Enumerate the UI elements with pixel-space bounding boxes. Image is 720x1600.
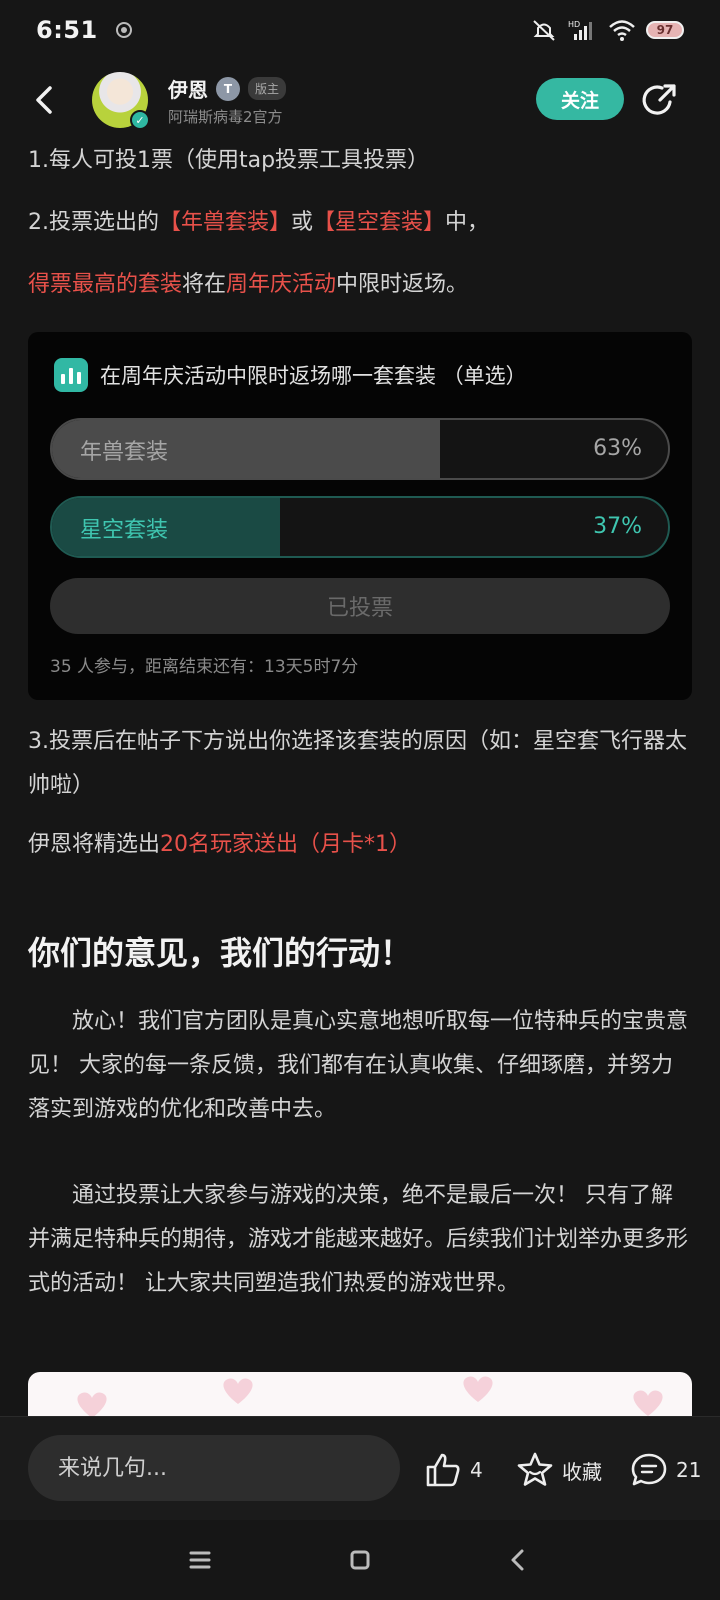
heart-icon <box>633 1390 663 1416</box>
follow-button[interactable]: 关注 <box>536 78 624 120</box>
status-bar: 6:51 HD 97 <box>0 0 720 60</box>
text-segment: 将在 <box>182 272 227 297</box>
poll-option-1-percent: 63% <box>593 436 642 461</box>
paragraph-2: 通过投票让大家参与游戏的决策，绝不是最后一次！ 只有了解并满足特种兵的期待，游戏… <box>28 1183 689 1296</box>
poll-option-2[interactable]: 星空套装 37% <box>50 496 670 558</box>
heart-icon <box>77 1392 107 1416</box>
role-badge: 版主 <box>248 77 287 100</box>
notification-icon <box>115 22 132 38</box>
favorite-label: 收藏 <box>562 1459 602 1484</box>
wifi-icon <box>609 20 635 41</box>
text-segment: 伊恩将精选出 <box>28 832 161 857</box>
poll-card: 在周年庆活动中限时返场哪一套套装 （单选） 年兽套装 63% 星空套装 37% … <box>28 332 692 700</box>
poll-title: 在周年庆活动中限时返场哪一套套装 （单选） <box>100 364 527 388</box>
post-header: ✓ 伊恩 T 版主 阿瑞斯病毒2官方 关注 <box>0 66 720 138</box>
poll-option-2-label: 星空套装 <box>80 518 169 543</box>
post-rule-2: 2.投票选出的【年兽套装】或【星空套装】中， <box>28 208 489 238</box>
heart-icon <box>223 1378 253 1404</box>
highlight-text: 得票最高的套装 <box>28 272 183 297</box>
poll-option-1[interactable]: 年兽套装 63% <box>50 418 670 480</box>
post-image[interactable] <box>28 1372 692 1416</box>
heart-icon <box>463 1376 493 1402</box>
poll-title-row: 在周年庆活动中限时返场哪一套套装 （单选） <box>54 358 527 392</box>
comment-button[interactable]: 21 <box>630 1451 701 1489</box>
text-segment: 中， <box>445 210 490 235</box>
highlight-text: 周年庆活动 <box>226 272 337 297</box>
share-icon[interactable] <box>640 80 680 120</box>
thumbs-up-icon <box>426 1453 460 1487</box>
text-segment: 中限时返场。 <box>336 272 469 297</box>
comment-icon <box>631 1453 667 1486</box>
star-icon <box>517 1452 553 1486</box>
poll-option-1-label: 年兽套装 <box>80 440 169 465</box>
post-reward: 伊恩将精选出20名玩家送出（月卡*1） <box>28 826 411 858</box>
bottom-action-bar: 4 收藏 21 <box>0 1416 720 1520</box>
poll-chart-icon <box>54 358 88 392</box>
text-segment: 或 <box>291 210 314 235</box>
verified-icon: ✓ <box>130 110 150 130</box>
comment-count: 21 <box>676 1458 702 1482</box>
level-badge: T <box>216 76 240 101</box>
author-name[interactable]: 伊恩 <box>168 74 208 103</box>
post-rule-1: 1.每人可投1票（使用tap投票工具投票） <box>28 148 430 173</box>
mute-icon <box>533 20 555 41</box>
like-button[interactable]: 4 <box>424 1451 483 1489</box>
system-nav-bar <box>0 1520 720 1600</box>
text-segment: 2.投票选出的 <box>28 210 159 235</box>
signal-icon: HD <box>568 20 592 40</box>
highlight-text: 【年兽套装】 <box>159 210 292 235</box>
favorite-button[interactable]: 收藏 <box>516 1451 602 1489</box>
back-arrow-icon[interactable] <box>28 82 64 118</box>
section-heading: 你们的意见，我们的行动！ <box>28 934 413 972</box>
author-name-row: 伊恩 T 版主 <box>168 74 287 103</box>
highlight-text: 【星空套装】 <box>313 210 446 235</box>
menu-icon[interactable] <box>182 1542 218 1578</box>
status-time: 6:51 <box>36 16 98 44</box>
paragraph-1: 放心！我们官方团队是真心实意地想听取每一位特种兵的宝贵意见！ 大家的每一条反馈，… <box>28 1009 689 1122</box>
home-icon[interactable] <box>342 1542 378 1578</box>
author-subtitle: 阿瑞斯病毒2官方 <box>168 108 283 126</box>
avatar[interactable]: ✓ <box>92 72 150 130</box>
svg-text:HD: HD <box>568 20 580 29</box>
back-icon[interactable] <box>500 1542 536 1578</box>
status-icons: HD 97 <box>530 18 684 42</box>
voted-button[interactable]: 已投票 <box>50 578 670 634</box>
post-rule-3: 3.投票后在帖子下方说出你选择该套装的原因（如：星空套飞行器太帅啦） <box>28 729 687 798</box>
battery-icon: 97 <box>646 21 684 39</box>
like-count: 4 <box>470 1458 483 1482</box>
post-rule-2-continued: 得票最高的套装将在周年庆活动中限时返场。 <box>28 270 468 300</box>
highlight-text: 20名玩家送出（月卡*1） <box>160 832 412 857</box>
poll-option-2-percent: 37% <box>593 514 642 539</box>
comment-input[interactable] <box>28 1435 400 1501</box>
poll-meta: 35 人参与，距离结束还有：13天5时7分 <box>50 657 359 677</box>
